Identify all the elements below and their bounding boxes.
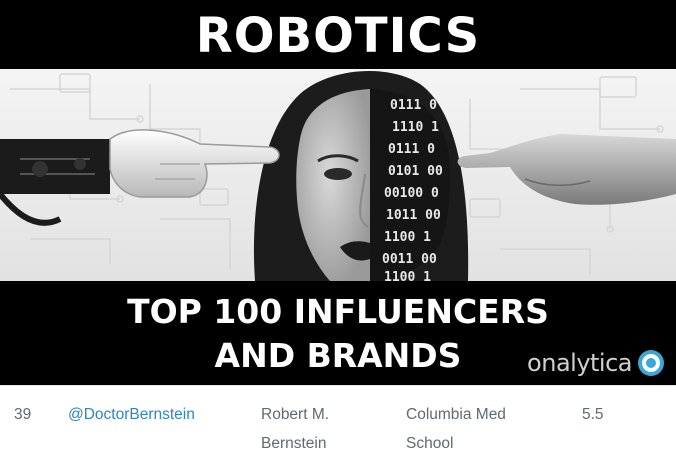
- twitter-handle-link[interactable]: @DoctorBernstein: [68, 400, 195, 429]
- subtitle-line-1: TOP 100 INFLUENCERS: [127, 292, 549, 331]
- svg-text:1100 1: 1100 1: [384, 230, 431, 245]
- svg-text:00100 0: 00100 0: [384, 186, 439, 201]
- banner-title: ROBOTICS: [195, 8, 481, 64]
- onalytica-logo: onalytica: [527, 348, 666, 378]
- robotics-hero-image: 0111 0 1110 1 0111 0 0101 00 00100 0 101…: [0, 69, 676, 281]
- svg-text:0111 0: 0111 0: [390, 98, 437, 113]
- score-cell: 5.5: [582, 406, 604, 423]
- svg-text:1100 1: 1100 1: [384, 270, 431, 281]
- header-banner: ROBOTICS 0111 0 1110 1 0111 0 0101 00 00…: [0, 0, 676, 385]
- logo-text: onalytica: [527, 349, 632, 377]
- rank-cell: 39: [14, 406, 32, 423]
- svg-text:0011 00: 0011 00: [382, 252, 437, 267]
- svg-text:0101 00: 0101 00: [388, 164, 443, 179]
- onalytica-ring-icon: [638, 350, 664, 376]
- organization-cell: Columbia Med School: [406, 406, 506, 452]
- table-row: 39 @DoctorBernstein Robert M. Bernstein …: [0, 385, 676, 470]
- name-cell: Robert M. Bernstein: [261, 406, 330, 452]
- svg-text:0111 0: 0111 0: [388, 142, 435, 157]
- svg-text:1110 1: 1110 1: [392, 120, 439, 135]
- svg-text:1011 00: 1011 00: [386, 208, 441, 223]
